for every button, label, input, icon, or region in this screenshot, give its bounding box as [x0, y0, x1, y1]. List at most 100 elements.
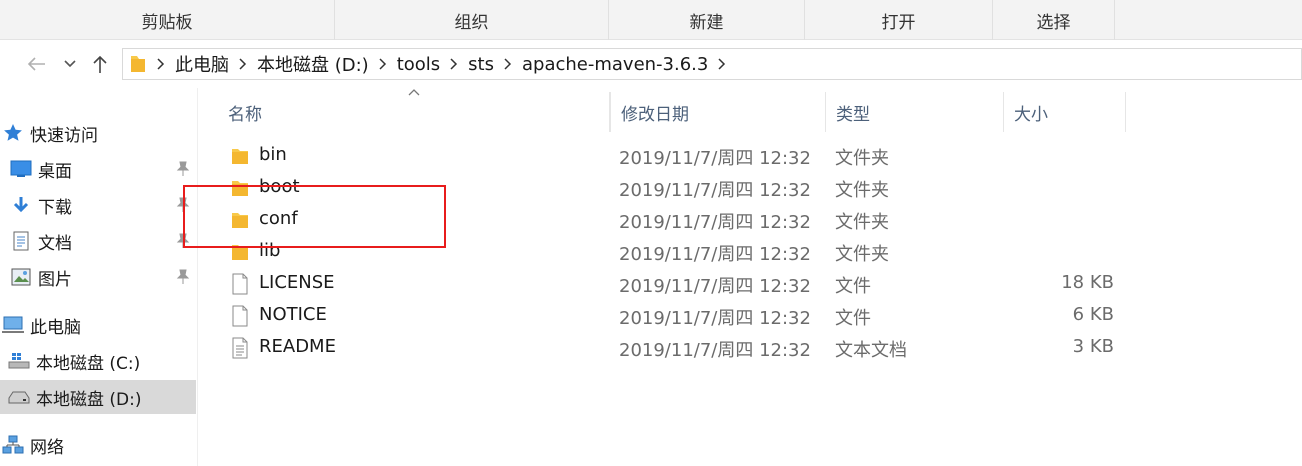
file-date-modified: 2019/11/7/周四 12:32 [619, 212, 811, 233]
sidebar-item-label: 文档 [38, 233, 72, 254]
breadcrumb-chevron-icon[interactable] [239, 58, 247, 70]
sidebar-item-label: 图片 [38, 269, 72, 290]
file-date-modified: 2019/11/7/周四 12:32 [619, 244, 811, 265]
column-header-type[interactable]: 类型 [826, 92, 1004, 132]
address-bar[interactable]: 此电脑 本地磁盘 (D:) tools sts apache-maven-3.6… [122, 48, 1302, 80]
file-name: lib [259, 240, 281, 261]
sidebar-item-label: 下载 [38, 197, 72, 218]
download-arrow-icon [10, 195, 32, 215]
column-header-label: 名称 [228, 104, 262, 125]
sidebar-item-network[interactable]: 网络 [0, 428, 196, 462]
file-row-lib[interactable]: lib 2019/11/7/周四 12:32 文件夹 [200, 236, 1302, 268]
file-row-readme[interactable]: README 2019/11/7/周四 12:32 文本文档 3 KB [200, 332, 1302, 364]
file-type: 文本文档 [835, 340, 907, 361]
file-type: 文件夹 [835, 212, 889, 233]
ribbon-group-label: 组织 [454, 12, 489, 33]
file-type: 文件夹 [835, 148, 889, 169]
ribbon-group-label: 选择 [1036, 12, 1071, 33]
breadcrumb-chevron-icon[interactable] [504, 58, 512, 70]
up-arrow-icon [93, 55, 107, 73]
file-size: 18 KB [1061, 272, 1114, 293]
desktop-icon [10, 159, 32, 179]
breadcrumb-drive-d[interactable]: 本地磁盘 (D:) [257, 51, 369, 77]
column-header-name[interactable]: 名称 [218, 92, 610, 132]
breadcrumb-sts[interactable]: sts [468, 54, 494, 75]
file-name: LICENSE [259, 272, 335, 293]
ribbon-group-label: 剪贴板 [141, 12, 193, 33]
file-row-boot[interactable]: boot 2019/11/7/周四 12:32 文件夹 [200, 172, 1302, 204]
pin-icon[interactable] [176, 269, 190, 285]
folder-icon [232, 149, 248, 164]
up-button[interactable] [88, 50, 112, 78]
sidebar-item-drive-d[interactable]: 本地磁盘 (D:) [0, 380, 196, 414]
file-date-modified: 2019/11/7/周四 12:32 [619, 276, 811, 297]
star-icon [2, 123, 24, 143]
sidebar-item-pictures[interactable]: 图片 [0, 260, 196, 294]
file-size: 3 KB [1072, 336, 1114, 357]
ribbon-group-organize[interactable]: 组织 [335, 0, 609, 40]
sidebar-item-label: 此电脑 [30, 317, 81, 338]
back-button[interactable] [24, 50, 48, 78]
sidebar-item-label: 快速访问 [30, 125, 98, 146]
column-header-size[interactable]: 大小 [1004, 92, 1126, 132]
folder-icon [232, 245, 248, 260]
sidebar-item-documents[interactable]: 文档 [0, 224, 196, 258]
breadcrumb-chevron-icon[interactable] [450, 58, 458, 70]
file-row-notice[interactable]: NOTICE 2019/11/7/周四 12:32 文件 6 KB [200, 300, 1302, 332]
sidebar-item-label: 网络 [30, 437, 64, 458]
file-date-modified: 2019/11/7/周四 12:32 [619, 308, 811, 329]
sidebar-item-this-pc[interactable]: 此电脑 [0, 308, 196, 342]
pin-icon[interactable] [176, 197, 190, 213]
file-name: NOTICE [259, 304, 327, 325]
windows-drive-icon [8, 351, 30, 371]
pin-icon[interactable] [176, 233, 190, 249]
drive-icon [8, 387, 30, 407]
file-name: bin [259, 144, 287, 165]
file-row-license[interactable]: LICENSE 2019/11/7/周四 12:32 文件 18 KB [200, 268, 1302, 300]
picture-icon [10, 267, 32, 287]
file-date-modified: 2019/11/7/周四 12:32 [619, 340, 811, 361]
file-type: 文件 [835, 308, 871, 329]
column-header-label: 大小 [1014, 104, 1048, 125]
file-name: boot [259, 176, 300, 197]
ribbon-group-clipboard[interactable]: 剪贴板 [0, 0, 335, 40]
breadcrumb-chevron-icon[interactable] [379, 58, 387, 70]
sidebar-item-label: 本地磁盘 (C:) [36, 353, 141, 374]
breadcrumb-this-pc[interactable]: 此电脑 [175, 51, 229, 77]
breadcrumb-chevron-icon[interactable] [157, 58, 165, 70]
sidebar-item-downloads[interactable]: 下载 [0, 188, 196, 222]
sidebar-item-label: 桌面 [38, 161, 72, 182]
file-type: 文件夹 [835, 180, 889, 201]
breadcrumb-chevron-icon[interactable] [718, 58, 726, 70]
ribbon-group-new[interactable]: 新建 [609, 0, 805, 40]
computer-icon [2, 315, 24, 335]
folder-icon [232, 213, 248, 228]
file-size: 6 KB [1072, 304, 1114, 325]
column-header-date-modified[interactable]: 修改日期 [610, 92, 826, 132]
navigation-bar: 此电脑 本地磁盘 (D:) tools sts apache-maven-3.6… [0, 40, 1302, 88]
file-name: README [259, 336, 336, 357]
chevron-down-icon [64, 60, 76, 68]
pin-icon[interactable] [176, 161, 190, 177]
folder-icon [232, 181, 248, 196]
file-type: 文件 [835, 276, 871, 297]
sidebar-item-drive-c[interactable]: 本地磁盘 (C:) [0, 344, 196, 378]
file-row-bin[interactable]: bin 2019/11/7/周四 12:32 文件夹 [200, 140, 1302, 172]
ribbon-group-open[interactable]: 打开 [805, 0, 993, 40]
column-header-label: 类型 [836, 104, 870, 125]
file-date-modified: 2019/11/7/周四 12:32 [619, 180, 811, 201]
breadcrumb-tools[interactable]: tools [397, 54, 440, 75]
file-row-conf[interactable]: conf 2019/11/7/周四 12:32 文件夹 [200, 204, 1302, 236]
sidebar-item-desktop[interactable]: 桌面 [0, 152, 196, 186]
document-icon [10, 231, 32, 251]
file-name: conf [259, 208, 298, 229]
folder-icon [131, 56, 145, 72]
file-icon [232, 305, 248, 327]
ribbon-group-select[interactable]: 选择 [993, 0, 1115, 40]
recent-locations-button[interactable] [62, 50, 78, 78]
breadcrumb-apache-maven[interactable]: apache-maven-3.6.3 [522, 54, 708, 75]
file-icon [232, 273, 248, 295]
column-headers: 名称 修改日期 类型 大小 [200, 89, 1302, 132]
sidebar-item-quick-access[interactable]: 快速访问 [0, 116, 196, 150]
file-date-modified: 2019/11/7/周四 12:32 [619, 148, 811, 169]
